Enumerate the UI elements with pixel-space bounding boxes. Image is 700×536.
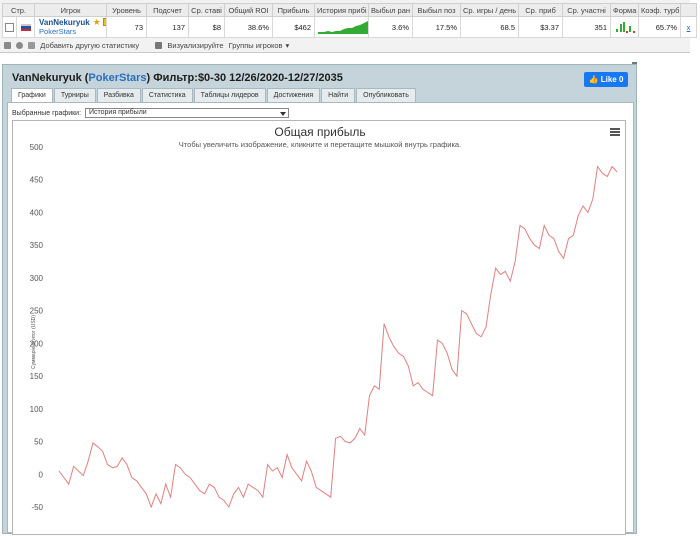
col-header-page[interactable]: Стр. <box>1 3 36 17</box>
col-header-total-roi[interactable]: Общий ROI <box>224 3 274 17</box>
stats-panel: Стр. Игрок Уровень Подсчет Ср. ставі Общ… <box>0 0 698 53</box>
col-header-early-out[interactable]: Выбыл ран <box>368 3 414 17</box>
avg-entrants-cell: 351 <box>562 16 612 38</box>
x-link[interactable]: x <box>680 16 698 38</box>
player-groups-button[interactable]: Группы игроков <box>229 41 283 50</box>
tab-search[interactable]: Найти <box>321 88 356 102</box>
y-axis-label: Суммарный итог (USD) <box>31 315 37 369</box>
turbo-coef-cell: 65.7% <box>638 16 682 38</box>
medal-icon <box>102 18 106 26</box>
star-icon[interactable]: ★ <box>93 18 101 28</box>
thumbs-up-icon: 👍 <box>588 75 599 84</box>
stats-toolbar: Добавить другую статистику Визуализируйт… <box>4 40 684 51</box>
col-header-player[interactable]: Игрок <box>34 3 108 17</box>
total-roi-cell: 38.6% <box>224 16 274 38</box>
col-header-profit-history[interactable]: История прибі <box>314 3 370 17</box>
y-tick-label: 400 <box>30 208 44 217</box>
profit-cell: $462 <box>272 16 316 38</box>
facebook-like-label: Like 0 <box>600 75 624 84</box>
y-tick-label: 300 <box>30 274 44 283</box>
form-cell <box>610 16 640 38</box>
visualize-button[interactable]: Визуализируйте <box>167 41 223 50</box>
panel-title-prefix: VanNekuryuk ( <box>12 72 89 84</box>
room-link[interactable]: PokerStars <box>39 27 76 36</box>
profit-sparkline[interactable] <box>318 20 368 34</box>
form-chart[interactable] <box>614 20 638 34</box>
col-header-turbo-coef[interactable]: Коэф. турб <box>638 3 682 17</box>
count-cell: 137 <box>146 16 190 38</box>
late-out-cell: 17.5% <box>412 16 462 38</box>
hamburger-menu-icon[interactable] <box>610 128 620 136</box>
col-header-games-per-day[interactable]: Ср. игры / день <box>460 3 520 17</box>
col-header-level[interactable]: Уровень <box>106 3 148 17</box>
col-header-count[interactable]: Подсчет <box>146 3 190 17</box>
y-tick-label: 150 <box>30 372 44 381</box>
add-stats-button[interactable]: Добавить другую статистику <box>40 41 139 50</box>
row-checkbox[interactable] <box>5 22 14 32</box>
table-row: VanNekuryuk ★ PokerStars 73 137 $8 38.6% … <box>2 16 698 38</box>
profit-history-cell <box>314 16 370 38</box>
refresh-icon[interactable] <box>16 41 24 49</box>
tab-publish[interactable]: Опубликовать <box>356 88 416 102</box>
player-name-link[interactable]: VanNekuryuk <box>39 18 90 27</box>
y-tick-label: -50 <box>31 503 43 512</box>
ru-flag-icon <box>20 24 31 31</box>
tab-leaderboards[interactable]: Таблицы лидеров <box>193 88 266 102</box>
y-tick-label: 350 <box>30 241 44 250</box>
early-out-cell: 3.6% <box>368 16 414 38</box>
avg-profit-cell: $3.37 <box>518 16 564 38</box>
col-header-empty <box>680 3 698 17</box>
chart-icon[interactable] <box>155 41 163 49</box>
chevron-down-icon[interactable]: ▾ <box>286 41 290 50</box>
tab-breakdown[interactable]: Разбивка <box>96 88 141 102</box>
chevron-down-icon <box>279 112 286 116</box>
tab-graphs[interactable]: Графики <box>11 88 53 102</box>
tab-statistics[interactable]: Статистика <box>141 88 193 102</box>
chart-select-value: История прибыли <box>88 109 147 116</box>
player-panel: VanNekuryuk (PokerStars) Фильтр:$0-30 12… <box>2 64 637 535</box>
games-per-day-cell: 68.5 <box>460 16 520 38</box>
profit-chart[interactable]: 500 450 400 350 300 250 200 150 100 50 0 -50 Общая … <box>12 120 626 535</box>
facebook-like-button[interactable]: 👍 Like 0 <box>584 72 628 87</box>
tab-achievements[interactable]: Достижения <box>266 88 321 102</box>
col-header-profit[interactable]: Прибыль <box>272 3 316 17</box>
panel-title: VanNekuryuk (PokerStars) Фильтр:$0-30 12… <box>12 72 343 84</box>
chart-select-label: Выбранные графики: <box>12 109 82 117</box>
avg-stake-cell: $8 <box>188 16 226 38</box>
row-checkbox-cell[interactable] <box>2 16 17 38</box>
y-tick-label: 0 <box>39 470 44 479</box>
tab-content: Выбранные графики: История прибыли 50 0 45… <box>7 102 634 535</box>
chart-title: Общая прибыль <box>274 125 366 139</box>
flag-cell <box>15 16 36 38</box>
trash-icon[interactable] <box>4 41 11 49</box>
panel-room-link[interactable]: PokerStars <box>88 72 146 84</box>
profit-series-line[interactable] <box>58 165 618 509</box>
col-header-avg-stake[interactable]: Ср. ставі <box>188 3 226 17</box>
y-tick-label: 50 <box>34 438 43 447</box>
col-header-avg-entrants[interactable]: Ср. участні <box>562 3 612 17</box>
tab-tournaments[interactable]: Турниры <box>53 88 96 102</box>
y-tick-label: 100 <box>30 405 44 414</box>
chart-select-row: Выбранные графики: История прибыли <box>12 108 289 118</box>
level-cell: 73 <box>106 16 148 38</box>
stats-table: Стр. Игрок Уровень Подсчет Ср. ставі Общ… <box>1 3 698 38</box>
player-cell: VanNekuryuk ★ PokerStars <box>34 16 108 38</box>
chart-subtitle: Чтобы увеличить изображение, кликните и … <box>178 140 462 149</box>
col-header-avg-profit[interactable]: Ср. приб <box>518 3 564 17</box>
y-tick-label: 450 <box>30 176 44 185</box>
link-icon[interactable] <box>28 41 36 49</box>
chart-canvas[interactable]: 500450400350300250200150100500-50 <box>13 121 627 536</box>
col-header-late-out[interactable]: Выбыл поз <box>412 3 462 17</box>
stats-header-row: Стр. Игрок Уровень Подсчет Ср. ставі Общ… <box>1 3 698 17</box>
panel-title-suffix: ) Фильтр:$0-30 12/26/2020-12/27/2035 <box>146 72 343 84</box>
col-header-form[interactable]: Форма <box>610 3 640 17</box>
panel-tabs: Графики Турниры Разбивка Статистика Таблицы … <box>11 88 417 102</box>
chart-select-dropdown[interactable]: История прибыли <box>84 108 289 118</box>
